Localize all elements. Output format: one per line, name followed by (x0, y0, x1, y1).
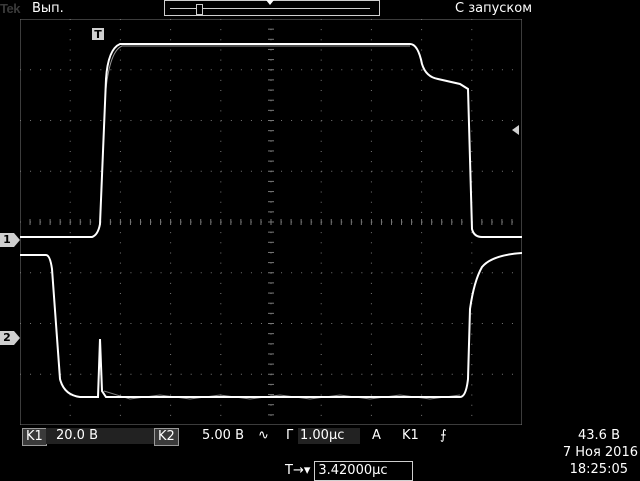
trigger-source[interactable]: K1 (402, 428, 419, 444)
graticule (20, 19, 522, 425)
trigger-point-marker: T (92, 28, 104, 41)
date-readout: 7 Ноя 2016 (562, 445, 638, 460)
ch2-scale[interactable]: 5.00 В (202, 428, 244, 444)
ch1-ground-marker[interactable]: 1 (0, 233, 20, 247)
ch2-coupling-icon: ∿ (258, 428, 269, 443)
ch1-scale[interactable]: 20.0 В (46, 428, 156, 444)
waveform-display: T (20, 19, 522, 425)
trigger-level[interactable]: 43.6 В (578, 428, 620, 444)
timebase-icon: Г (286, 428, 294, 443)
trigger-position-icon (266, 0, 274, 5)
timebase-value[interactable]: 1.00µс (298, 428, 360, 444)
delay-value[interactable]: 3.42000µс (314, 461, 413, 481)
ch1-label[interactable]: K1 (22, 428, 47, 446)
trigger-level-marker[interactable] (512, 125, 519, 135)
channel-status-bar: K1 20.0 В K2 5.00 В ∿ Г 1.00µс A K1 ⨍ 43… (0, 428, 640, 446)
ch2-trace (20, 252, 522, 398)
ch2-ground-marker[interactable]: 2 (0, 331, 20, 345)
horizontal-delay[interactable]: T→▾ 3.42000µс (285, 461, 413, 481)
ch2-label[interactable]: K2 (154, 428, 179, 446)
top-status-bar: Tek Вып. С запуском (0, 0, 640, 18)
time-readout: 18:25:05 (569, 462, 628, 477)
trigger-point-label: T (94, 28, 102, 41)
trigger-slope-icon: ⨍ (440, 428, 447, 443)
trigger-mode[interactable]: С запуском (455, 0, 532, 18)
delay-icon: T→▾ (285, 463, 311, 478)
record-position-marker[interactable] (196, 4, 203, 15)
trigger-type[interactable]: A (372, 428, 381, 444)
acquisition-state[interactable]: Вып. (32, 0, 64, 18)
brand-logo: Tek (0, 1, 20, 16)
